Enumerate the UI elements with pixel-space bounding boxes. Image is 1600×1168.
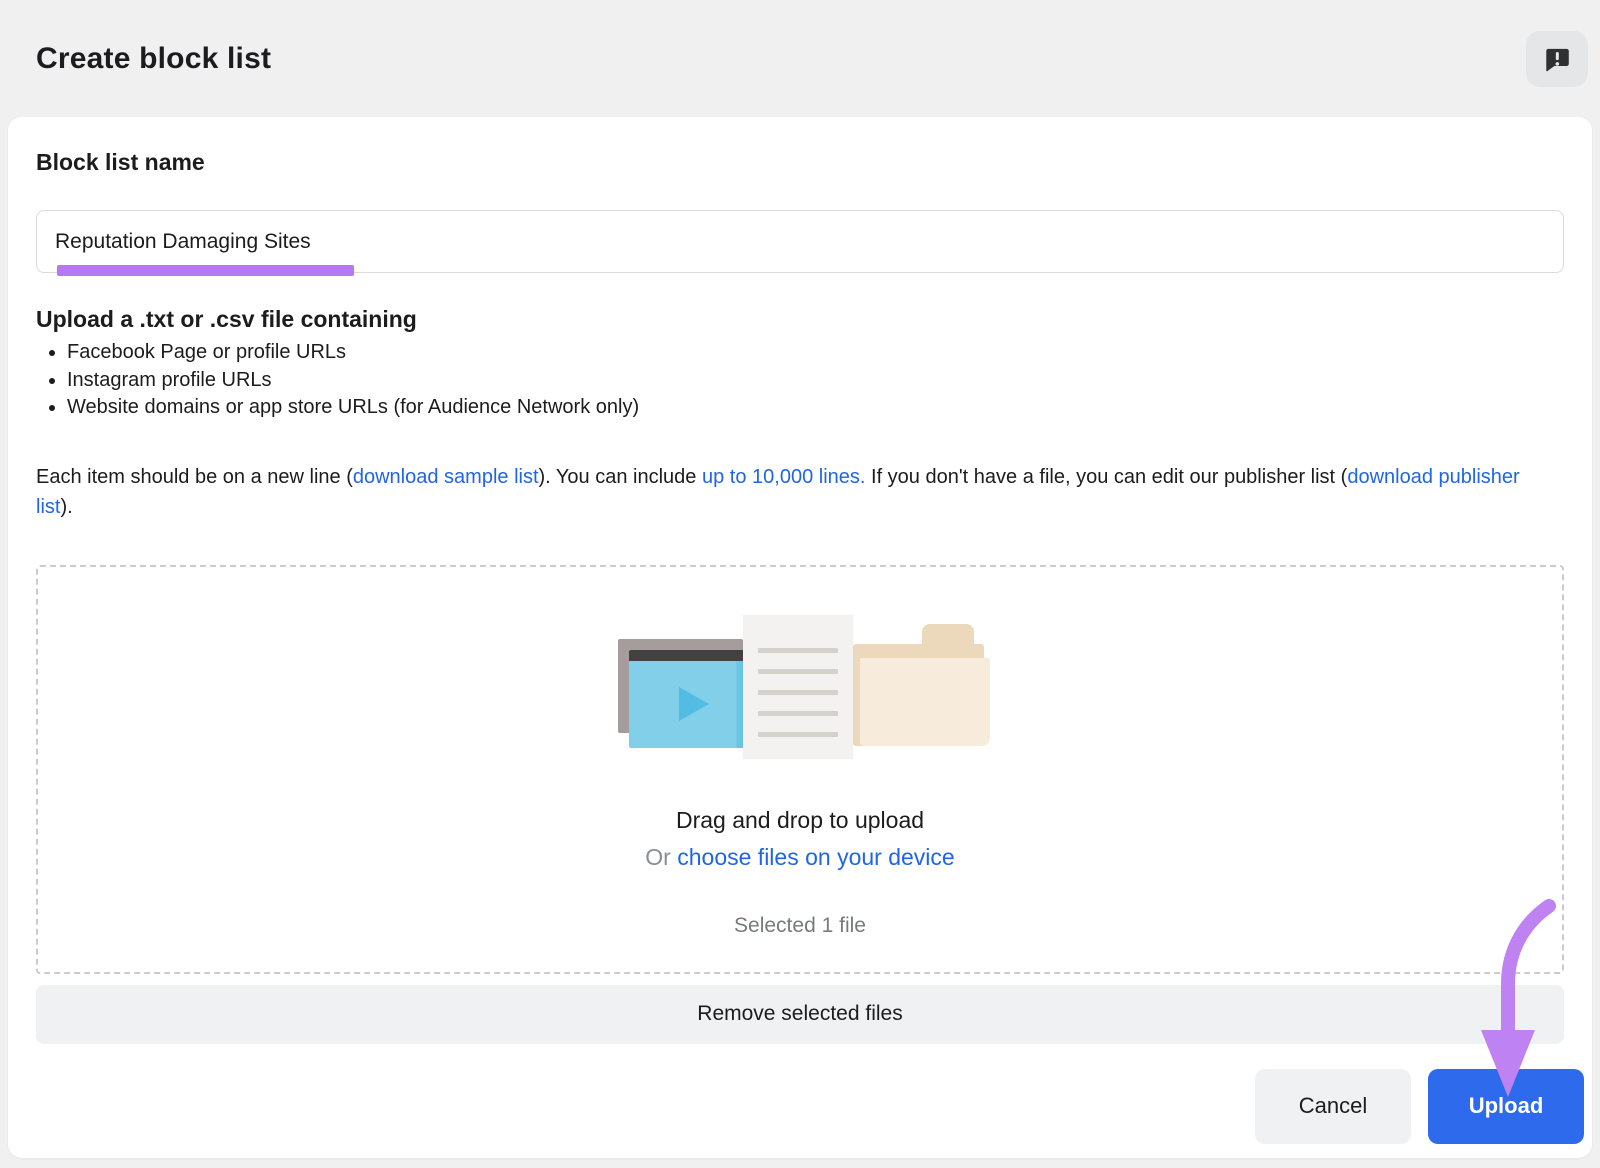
feedback-button[interactable] xyxy=(1526,31,1588,87)
block-list-name-input[interactable] xyxy=(36,210,1564,273)
selected-file-count: Selected 1 file xyxy=(734,914,866,938)
upload-section-heading: Upload a .txt or .csv file containing xyxy=(36,306,1564,333)
drag-drop-text: Drag and drop to upload xyxy=(676,805,924,835)
upload-requirements-list: Facebook Page or profile URLs Instagram … xyxy=(36,339,1564,422)
document-icon xyxy=(743,615,853,759)
folder-icon xyxy=(853,624,984,746)
block-list-name-label: Block list name xyxy=(36,149,1564,176)
file-dropzone[interactable]: Drag and drop to upload Or choose files … xyxy=(36,565,1564,974)
or-choose-line: Or choose files on your device xyxy=(645,842,954,872)
purple-underline-annotation xyxy=(57,265,354,276)
inline-text: ). xyxy=(60,496,72,518)
list-item: Facebook Page or profile URLs xyxy=(67,339,1564,367)
create-block-list-card: Block list name Upload a .txt or .csv fi… xyxy=(8,117,1592,1158)
list-item: Instagram profile URLs xyxy=(67,367,1564,395)
block-list-name-input-wrap xyxy=(36,210,1564,273)
page-header: Create block list xyxy=(0,0,1600,117)
upload-illustration xyxy=(616,615,984,763)
upload-instructions: Each item should be on a new line (downl… xyxy=(36,462,1548,522)
play-icon xyxy=(679,687,709,721)
speech-bubble-exclamation-icon xyxy=(1542,44,1572,74)
inline-link[interactable]: download sample list xyxy=(353,466,539,488)
footer-actions: Cancel Upload xyxy=(8,1069,1592,1144)
list-item: Website domains or app store URLs (for A… xyxy=(67,394,1564,422)
inline-link[interactable]: up to 10,000 lines. xyxy=(702,466,865,488)
or-text: Or xyxy=(645,844,677,870)
inline-text: Each item should be on a new line ( xyxy=(36,466,353,488)
remove-selected-files-button[interactable]: Remove selected files xyxy=(36,985,1564,1044)
inline-text: ). You can include xyxy=(539,466,702,488)
choose-files-link[interactable]: choose files on your device xyxy=(677,844,954,870)
cancel-button[interactable]: Cancel xyxy=(1255,1069,1411,1144)
video-player-icon xyxy=(629,650,751,748)
upload-button[interactable]: Upload xyxy=(1428,1069,1584,1144)
page-title: Create block list xyxy=(36,42,271,76)
inline-text: If you don't have a file, you can edit o… xyxy=(865,466,1347,488)
